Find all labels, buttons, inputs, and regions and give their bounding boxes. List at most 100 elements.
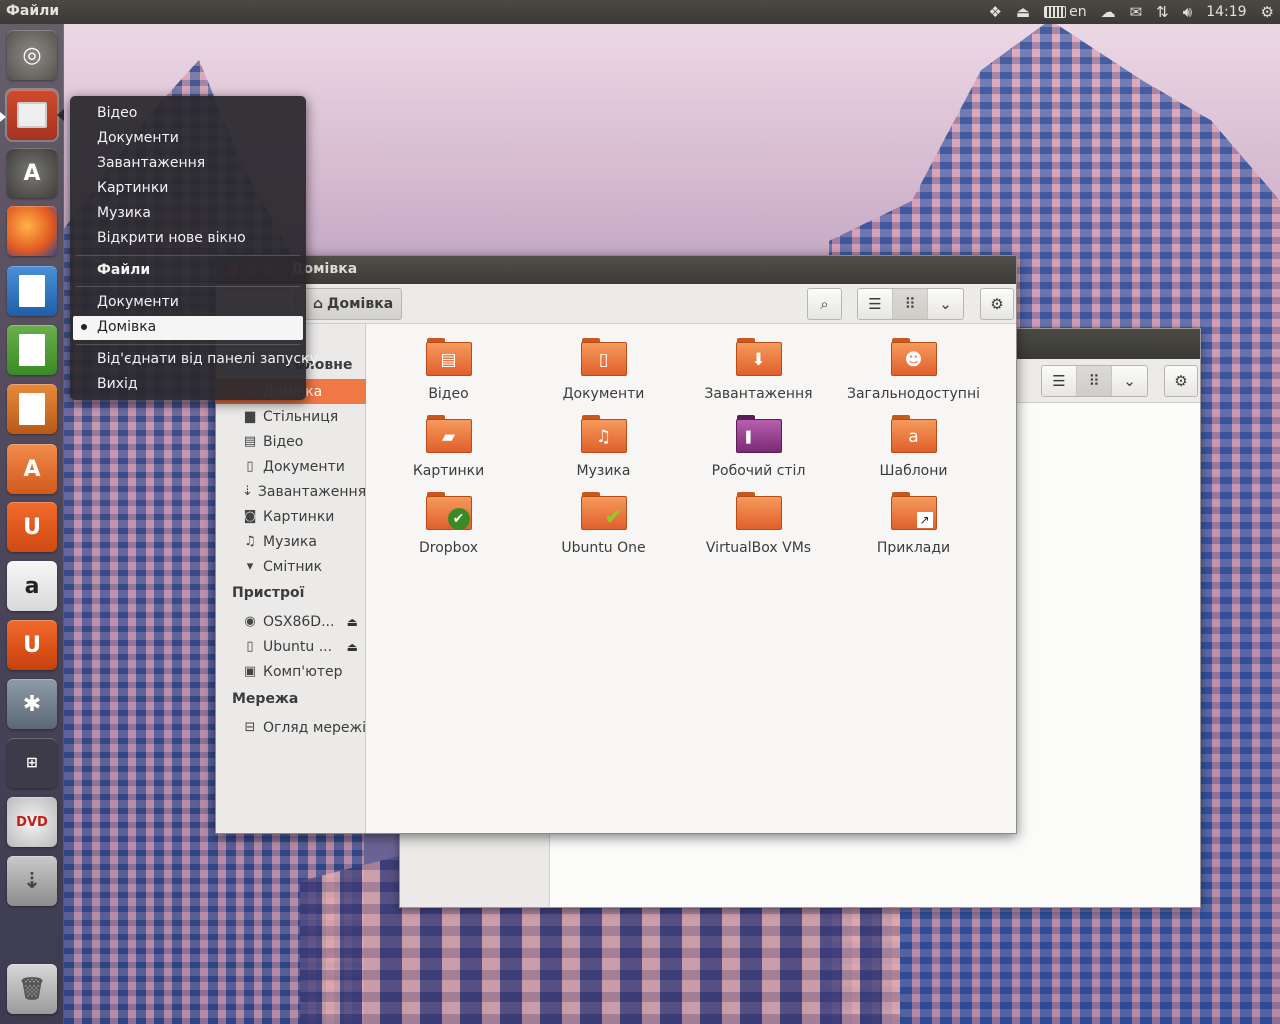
clock[interactable]: 14:19 xyxy=(1206,4,1246,20)
sidebar-item-documents[interactable]: ▯ Документи xyxy=(216,454,366,479)
gear-icon[interactable]: ⚙ xyxy=(980,288,1014,320)
folder-item[interactable]: a Шаблони xyxy=(836,415,991,489)
quicklist-separator xyxy=(76,255,300,256)
folder-item[interactable]: ♫ Музика xyxy=(526,415,681,489)
folder-public-icon: ☻ xyxy=(890,338,937,378)
folder-item[interactable]: ▰ Картинки xyxy=(371,415,526,489)
background-gear-icon[interactable]: ⚙ xyxy=(1164,365,1198,397)
folder-item[interactable]: ▯ Документи xyxy=(526,338,681,412)
quicklist-item-unlock-from-launcher[interactable]: Від'єднати від панелі запуску xyxy=(97,351,318,367)
sidebar-item-computer[interactable]: ▣ Комп'ютер xyxy=(216,659,366,684)
workspaces-icon[interactable]: ⊞ xyxy=(7,738,57,788)
sidebar-item-downloads[interactable]: ⇣ Завантаження xyxy=(216,479,366,504)
sidebar-item-videos[interactable]: ▤ Відео xyxy=(216,429,366,454)
mail-icon[interactable]: ✉ xyxy=(1130,0,1143,24)
amazon-icon[interactable]: a xyxy=(7,561,57,611)
folder-item[interactable]: ✔ Ubuntu One xyxy=(526,492,681,566)
folder-desktop-icon: ▌ xyxy=(735,415,782,455)
launcher-quicklist: Відео Документи Завантаження Картинки Му… xyxy=(70,96,318,400)
sidebar-item-music[interactable]: ♫ Музика xyxy=(216,529,366,554)
updater-icon[interactable]: A xyxy=(7,148,57,198)
folder-item[interactable]: ✔ Dropbox xyxy=(371,492,526,566)
software-center-icon[interactable]: A xyxy=(7,444,57,494)
quicklist-window-documents[interactable]: Документи xyxy=(97,294,179,310)
window-titlebar[interactable]: Домівка xyxy=(216,256,1016,284)
folder-item[interactable]: ▤ Відео xyxy=(371,338,526,412)
folder-pictures-icon: ▰ xyxy=(425,415,472,455)
network-icon[interactable]: ⇅ xyxy=(1156,0,1169,24)
dvd-icon[interactable]: DVD xyxy=(7,797,57,847)
chevron-down-icon[interactable]: ⌄ xyxy=(928,289,963,319)
sidebar-item-pictures[interactable]: ◙ Картинки xyxy=(216,504,366,529)
sidebar-item-label: Документи xyxy=(263,458,345,475)
sidebar-item-label: OSX86D... xyxy=(263,613,335,630)
list-view-icon[interactable]: ☰ xyxy=(1042,366,1077,396)
folder-label: VirtualBox VMs xyxy=(705,540,812,556)
eject-icon[interactable]: ⏏ xyxy=(347,640,358,654)
usb-icon[interactable]: ⇣ xyxy=(7,856,57,906)
launcher: ◎ A A U a U ✱ ⊞ DVD ⇣ 🗑︎ xyxy=(0,24,64,1024)
folder-examples-icon: ↗ xyxy=(890,492,937,532)
download-icon: ⇣ xyxy=(242,484,253,499)
dropbox-icon[interactable]: ❖ xyxy=(988,0,1001,24)
sidebar-item-osx-disc[interactable]: ◉ OSX86D... ⏏ xyxy=(216,609,366,634)
folder-item[interactable]: ⬇ Завантаження xyxy=(681,338,836,412)
quicklist-item-quit[interactable]: Вихід xyxy=(97,376,138,392)
trash-icon[interactable]: 🗑︎ xyxy=(7,964,57,1014)
indicator-area: ❖ ⏏ en ☁ ✉ ⇅ 🔊︎ 14:19 ⚙ xyxy=(988,0,1274,24)
settings-icon[interactable]: ✱ xyxy=(7,679,57,729)
cloud-icon[interactable]: ☁ xyxy=(1101,0,1116,24)
top-panel: Файли ❖ ⏏ en ☁ ✉ ⇅ 🔊︎ 14:19 ⚙ xyxy=(0,0,1280,24)
eject-icon[interactable]: ⏏ xyxy=(347,615,358,629)
quicklist-item-pictures[interactable]: Картинки xyxy=(97,180,168,196)
window-toolbar: ‹ › ⌂ Домівка ⌕ ☰ ⠿ ⌄ ⚙ xyxy=(216,284,1016,324)
volume-icon[interactable]: 🔊︎ xyxy=(1183,0,1192,24)
search-icon[interactable]: ⌕ xyxy=(807,288,842,320)
quicklist-item-new-window[interactable]: Відкрити нове вікно xyxy=(97,230,246,246)
music-store-icon[interactable]: U xyxy=(7,620,57,670)
file-cabinet-icon[interactable] xyxy=(5,88,59,142)
ubuntu-one-icon[interactable]: U xyxy=(7,502,57,552)
calc-icon[interactable] xyxy=(7,325,57,375)
sidebar-item-label: Смітник xyxy=(263,558,323,575)
keyboard-indicator[interactable]: en xyxy=(1044,4,1087,20)
grid-view-icon[interactable]: ⠿ xyxy=(1077,366,1112,396)
writer-icon[interactable] xyxy=(7,266,57,316)
gear-icon[interactable]: ⚙ xyxy=(1261,0,1274,24)
network-icon: ⊟ xyxy=(244,720,256,735)
folder-video-icon: ▤ xyxy=(425,338,472,378)
running-indicator xyxy=(0,112,6,122)
sidebar-item-ubuntu-usb[interactable]: ▯ Ubuntu ... ⏏ xyxy=(216,634,366,659)
sidebar-item-trash[interactable]: ▾ Смітник xyxy=(216,554,366,579)
firefox-icon[interactable] xyxy=(7,206,57,256)
quicklist-window-home[interactable]: Домівка xyxy=(73,316,303,340)
folder-item[interactable]: ▌ Робочий стіл xyxy=(681,415,836,489)
grid-view-icon[interactable]: ⠿ xyxy=(893,289,928,319)
files-drawer-shape xyxy=(17,102,47,128)
folder-label: Ubuntu One xyxy=(561,540,646,556)
breadcrumb[interactable]: ⌂ Домівка xyxy=(304,288,403,320)
folder-item[interactable]: ☻ Загальнодоступні xyxy=(836,338,991,412)
document-icon: ▯ xyxy=(246,459,254,474)
eject-icon[interactable]: ⏏ xyxy=(1016,0,1030,24)
sidebar-item-browse-network[interactable]: ⊟ Огляд мережі xyxy=(216,715,366,740)
list-view-icon[interactable]: ☰ xyxy=(858,289,893,319)
app-menu-title[interactable]: Файли xyxy=(6,3,59,19)
folder-label: Dropbox xyxy=(419,540,478,556)
check-badge-icon: ✔ xyxy=(447,508,470,530)
folder-label: Відео xyxy=(428,386,469,402)
quicklist-item-music[interactable]: Музика xyxy=(97,205,151,221)
folder-label: Завантаження xyxy=(704,386,813,402)
folder-item[interactable]: VirtualBox VMs xyxy=(681,492,836,566)
folder-item[interactable]: ↗ Приклади xyxy=(836,492,991,566)
sidebar-item-desktop[interactable]: ▆ Стільниця xyxy=(216,404,366,429)
quicklist-item-documents[interactable]: Документи xyxy=(97,130,179,146)
check-mark-icon: ✔ xyxy=(604,504,623,530)
impress-icon[interactable] xyxy=(7,384,57,434)
breadcrumb-label: Домівка xyxy=(327,296,394,312)
chevron-down-icon[interactable]: ⌄ xyxy=(1112,366,1147,396)
quicklist-item-downloads[interactable]: Завантаження xyxy=(97,155,205,171)
ubuntu-logo-icon[interactable]: ◎ xyxy=(7,30,57,80)
keyboard-icon xyxy=(1044,6,1067,18)
quicklist-item-videos[interactable]: Відео xyxy=(97,105,137,121)
